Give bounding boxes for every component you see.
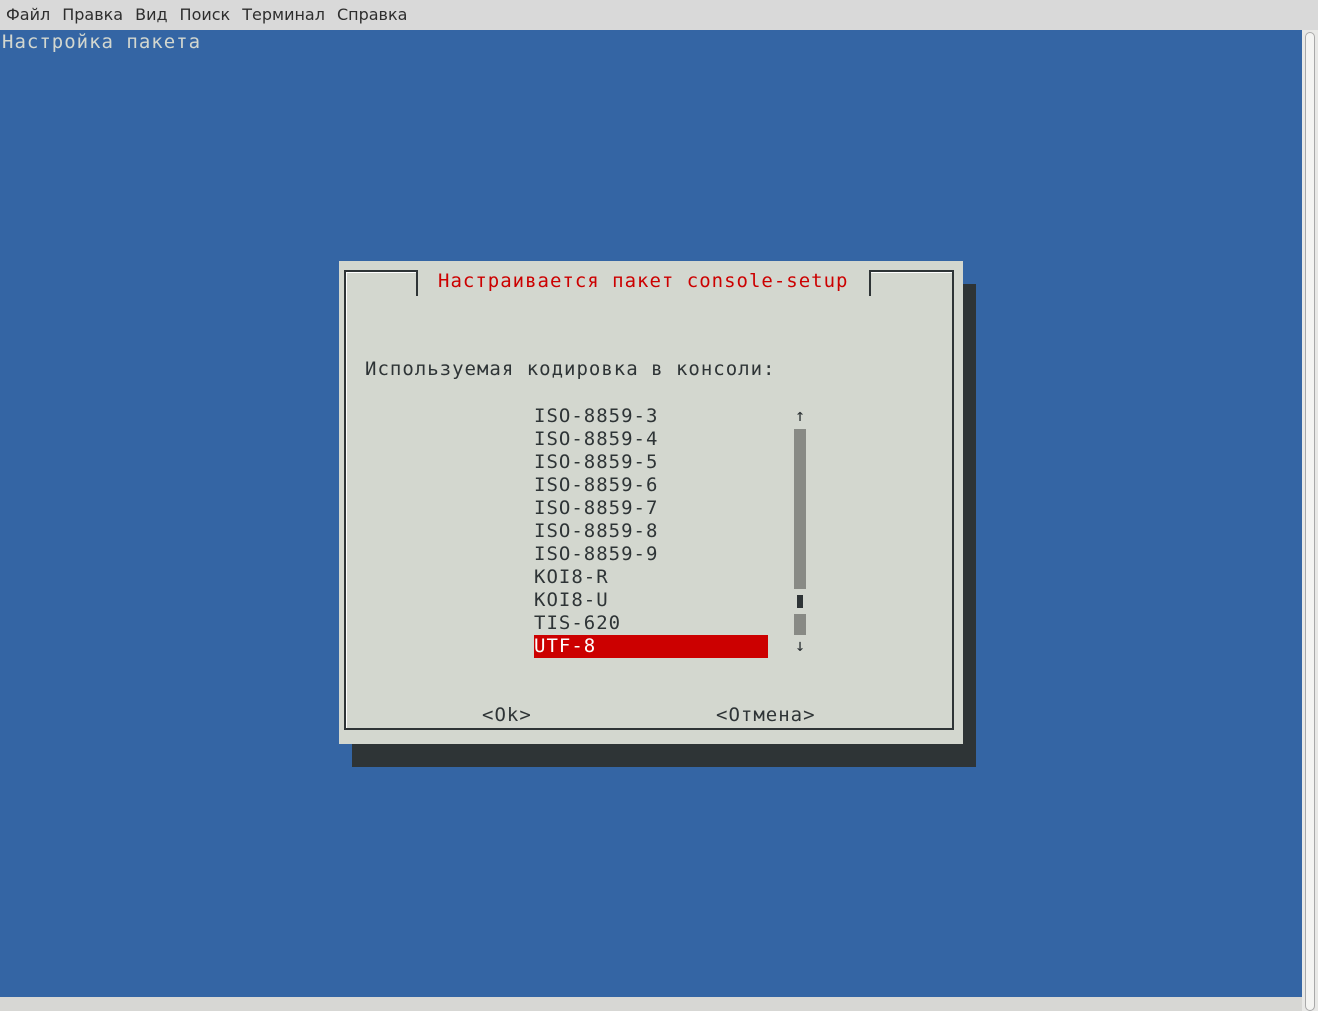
menu-view[interactable]: Вид xyxy=(129,0,173,30)
terminal-scrollbar-thumb[interactable] xyxy=(1305,32,1315,1011)
list-item-selected[interactable]: UTF-8 xyxy=(534,635,768,658)
cancel-button[interactable]: <Отмена> xyxy=(716,703,816,727)
arrow-up-icon[interactable]: ↑ xyxy=(792,405,808,428)
menu-search[interactable]: Поиск xyxy=(174,0,237,30)
list-item[interactable]: ISO-8859-7 xyxy=(534,497,768,520)
arrow-down-icon[interactable]: ↓ xyxy=(792,635,808,658)
menu-file[interactable]: Файл xyxy=(0,0,56,30)
encoding-list[interactable]: ISO-8859-3 ISO-8859-4 ISO-8859-5 ISO-885… xyxy=(534,405,768,658)
scroll-track-upper xyxy=(794,429,806,589)
ok-button[interactable]: <Ok> xyxy=(482,703,532,727)
list-scrollbar[interactable]: ↑ ↓ xyxy=(792,405,808,658)
dialog-prompt: Используемая кодировка в консоли: xyxy=(365,358,776,380)
window-bottom-edge xyxy=(0,997,1302,1011)
terminal-screen[interactable]: Настройка пакета Настраивается пакет con… xyxy=(0,30,1302,997)
terminal-window: Файл Правка Вид Поиск Терминал Справка Н… xyxy=(0,0,1318,1011)
list-item[interactable]: ISO-8859-9 xyxy=(534,543,768,566)
list-item[interactable]: ISO-8859-5 xyxy=(534,451,768,474)
list-item[interactable]: ISO-8859-4 xyxy=(534,428,768,451)
list-item[interactable]: KOI8-U xyxy=(534,589,768,612)
terminal-scrollbar[interactable] xyxy=(1302,30,1318,1011)
scroll-track-lower xyxy=(794,614,806,635)
list-item[interactable]: KOI8-R xyxy=(534,566,768,589)
menu-edit[interactable]: Правка xyxy=(56,0,129,30)
menu-bar: Файл Правка Вид Поиск Терминал Справка xyxy=(0,0,1318,30)
scroll-position-marker[interactable] xyxy=(797,595,803,608)
list-item[interactable]: ISO-8859-6 xyxy=(534,474,768,497)
list-item[interactable]: TIS-620 xyxy=(534,612,768,635)
dialog-title: Настраивается пакет console-setup xyxy=(416,270,871,296)
package-config-dialog: Настраивается пакет console-setup Исполь… xyxy=(339,261,963,744)
menu-terminal[interactable]: Терминал xyxy=(236,0,331,30)
menu-help[interactable]: Справка xyxy=(331,0,414,30)
list-item[interactable]: ISO-8859-8 xyxy=(534,520,768,543)
screen-header: Настройка пакета xyxy=(2,31,202,53)
list-item[interactable]: ISO-8859-3 xyxy=(534,405,768,428)
